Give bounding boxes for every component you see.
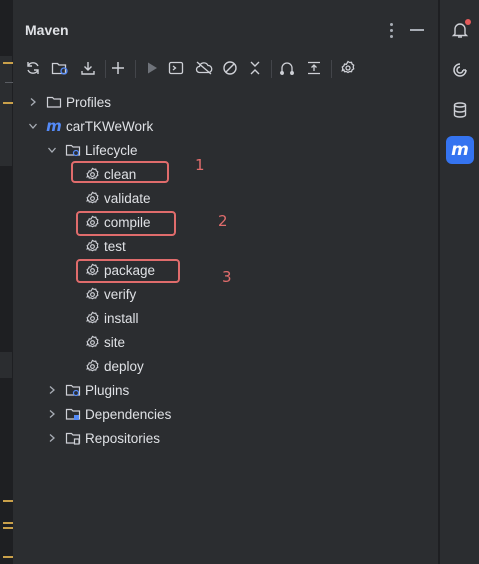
analyze-dependencies-icon[interactable] (275, 56, 299, 80)
right-tool-stripe: m (439, 0, 479, 564)
goal-label: install (104, 310, 139, 326)
goal-test[interactable]: test (84, 235, 126, 257)
tree-item-label: Lifecycle (85, 142, 138, 158)
tree-item-dependencies[interactable]: Dependencies (45, 403, 171, 425)
database-icon[interactable] (446, 96, 474, 124)
dependencies-folder-icon (65, 406, 81, 422)
collapse-all-icon[interactable] (243, 56, 267, 80)
maven-tool-window: Maven Profiles m carTKWeWork Lifecycle c… (14, 0, 438, 564)
gear-icon (84, 286, 100, 302)
chevron-down-icon[interactable] (26, 119, 40, 133)
maven-project-icon: m (46, 117, 62, 135)
chevron-down-icon[interactable] (45, 143, 59, 157)
repositories-folder-icon (65, 430, 81, 446)
editor-mark (3, 62, 13, 64)
goal-deploy[interactable]: deploy (84, 355, 144, 377)
tree-item-project[interactable]: m carTKWeWork (26, 115, 153, 137)
editor-mark (3, 522, 13, 524)
download-icon[interactable] (76, 56, 100, 80)
folder-icon (46, 94, 62, 110)
ai-assistant-icon[interactable] (446, 56, 474, 84)
lifecycle-folder-icon (65, 142, 81, 158)
editor-block (0, 352, 12, 378)
editor-mark (3, 102, 13, 104)
tree-item-plugins[interactable]: Plugins (45, 379, 129, 401)
annotation-number-1: 1 (195, 156, 205, 174)
goal-label: test (104, 238, 126, 254)
editor-line (5, 82, 13, 83)
skip-tests-icon[interactable] (218, 56, 242, 80)
goal-label: deploy (104, 358, 144, 374)
chevron-right-icon[interactable] (26, 95, 40, 109)
annotation-number-3: 3 (222, 268, 232, 286)
gear-icon (84, 358, 100, 374)
tree-item-label: Plugins (85, 382, 130, 398)
toolbar-separator (271, 60, 272, 78)
highlight-box-clean (71, 161, 169, 183)
show-dependencies-icon[interactable] (302, 56, 326, 80)
goal-label: validate (104, 190, 151, 206)
tree-item-label: Dependencies (85, 406, 172, 422)
reimport-icon[interactable] (48, 56, 72, 80)
maven-toolbar (14, 56, 438, 82)
editor-mark (3, 500, 13, 502)
editor-mark (3, 556, 13, 558)
notification-badge (465, 19, 471, 25)
tree-item-lifecycle[interactable]: Lifecycle (45, 139, 138, 161)
reload-icon[interactable] (21, 56, 45, 80)
notifications-icon[interactable] (446, 16, 474, 44)
run-icon[interactable] (140, 56, 164, 80)
toolbar-separator (331, 60, 332, 78)
gear-icon (84, 310, 100, 326)
gear-icon (84, 334, 100, 350)
gear-icon (84, 238, 100, 254)
highlight-box-compile (76, 211, 176, 236)
tree-item-label: Profiles (66, 94, 112, 110)
goal-site[interactable]: site (84, 331, 125, 353)
goal-label: verify (104, 286, 137, 302)
chevron-right-icon[interactable] (45, 383, 59, 397)
settings-icon[interactable] (336, 56, 360, 80)
editor-gutter-strip (0, 0, 14, 564)
goal-label: site (104, 334, 126, 350)
plugins-folder-icon (65, 382, 81, 398)
run-configuration-icon[interactable] (164, 56, 188, 80)
maven-icon[interactable]: m (446, 136, 474, 164)
tree-item-label: Repositories (85, 430, 161, 446)
minimize-icon[interactable] (410, 29, 424, 31)
tool-window-header: Maven (14, 0, 438, 60)
more-options-icon[interactable] (384, 20, 398, 40)
add-icon[interactable] (106, 56, 130, 80)
gear-icon (84, 190, 100, 206)
goal-install[interactable]: install (84, 307, 139, 329)
tool-window-title: Maven (25, 22, 69, 38)
annotation-number-2: 2 (218, 212, 228, 230)
editor-mark (3, 527, 13, 529)
goal-validate[interactable]: validate (84, 187, 151, 209)
highlight-box-package (76, 259, 180, 283)
tree-item-profiles[interactable]: Profiles (26, 91, 111, 113)
goal-verify[interactable]: verify (84, 283, 136, 305)
tree-item-label: carTKWeWork (66, 118, 154, 134)
toolbar-separator (135, 60, 136, 78)
offline-icon[interactable] (192, 56, 216, 80)
chevron-right-icon[interactable] (45, 431, 59, 445)
tree-item-repositories[interactable]: Repositories (45, 427, 160, 449)
chevron-right-icon[interactable] (45, 407, 59, 421)
editor-block (0, 56, 12, 166)
